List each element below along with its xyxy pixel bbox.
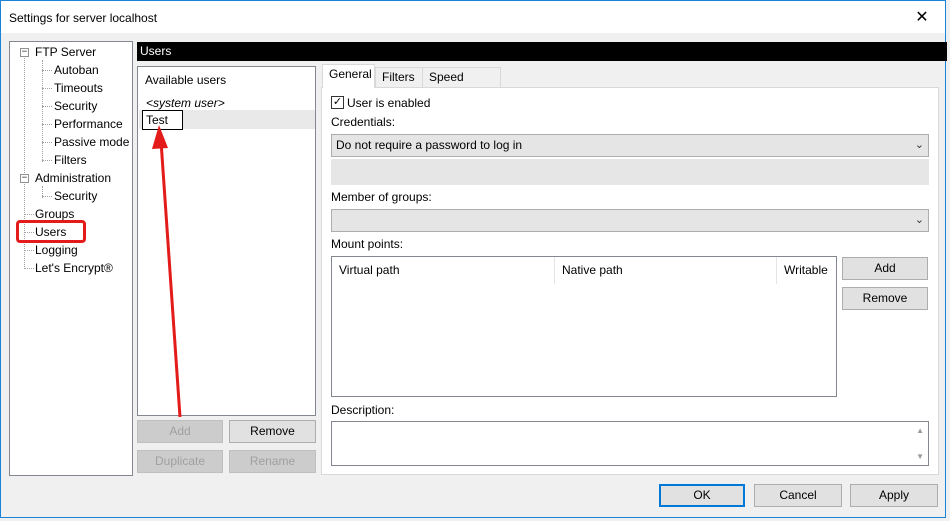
credentials-dropdown[interactable]: Do not require a password to log in ⌄ — [331, 134, 929, 157]
ok-button[interactable]: OK — [659, 484, 745, 507]
tree-item-admin-security[interactable]: Security — [54, 187, 97, 205]
tree-item-ftp-server[interactable]: FTP Server — [35, 43, 96, 61]
groups-label: Member of groups: — [331, 190, 432, 204]
section-title: Users — [137, 42, 947, 61]
apply-button[interactable]: Apply — [850, 484, 938, 507]
add-user-button[interactable]: Add — [137, 420, 223, 443]
duplicate-user-button[interactable]: Duplicate — [137, 450, 223, 473]
user-list[interactable]: Available users <system user> Test — [137, 66, 316, 416]
credentials-value: Do not require a password to log in — [336, 138, 523, 152]
window-title: Settings for server localhost — [9, 11, 158, 25]
chevron-down-icon: ⌄ — [914, 214, 924, 226]
tree-line — [42, 196, 52, 197]
tree-line — [42, 160, 52, 161]
mount-points-label: Mount points: — [331, 237, 404, 251]
mount-add-button[interactable]: Add — [842, 257, 928, 280]
credentials-label: Credentials: — [331, 115, 396, 129]
tree-line — [24, 250, 34, 251]
tree-line — [24, 268, 34, 269]
close-button[interactable]: ✕ — [899, 1, 945, 33]
title-bar[interactable]: Settings for server localhost ✕ — [1, 1, 945, 33]
password-area — [331, 159, 929, 185]
rename-input[interactable]: Test — [142, 110, 183, 130]
collapse-icon[interactable]: − — [20, 174, 29, 183]
description-field[interactable]: ▲ ▼ — [331, 421, 929, 466]
tree-item-filters[interactable]: Filters — [54, 151, 87, 169]
tab-speed-limits[interactable]: Speed Limits — [422, 67, 501, 103]
description-label: Description: — [331, 403, 395, 417]
cancel-button[interactable]: Cancel — [754, 484, 842, 507]
users-highlight-annotation — [16, 220, 86, 243]
tree-line — [42, 124, 52, 125]
tree-item-administration[interactable]: Administration — [35, 169, 111, 187]
groups-dropdown[interactable]: ⌄ — [331, 209, 929, 232]
tree-item-lets-encrypt[interactable]: Let's Encrypt® — [35, 259, 113, 277]
tree-item-autoban[interactable]: Autoban — [54, 61, 99, 79]
tab-general[interactable]: General — [322, 64, 375, 88]
scroll-up-icon[interactable]: ▲ — [916, 426, 924, 435]
column-native-path[interactable]: Native path — [555, 257, 777, 284]
tab-filters[interactable]: Filters — [375, 67, 423, 88]
tree-line — [42, 88, 52, 89]
user-list-header: Available users — [145, 73, 227, 87]
tree-item-timeouts[interactable]: Timeouts — [54, 79, 103, 97]
tree-line — [42, 106, 52, 107]
tree-item-logging[interactable]: Logging — [35, 241, 78, 259]
chevron-down-icon: ⌄ — [914, 139, 924, 151]
user-enabled-label: User is enabled — [347, 96, 431, 110]
mount-points-list[interactable]: Virtual path Native path Writable — [331, 256, 837, 397]
tree-line — [42, 70, 52, 71]
tree-item-passive-mode[interactable]: Passive mode — [54, 133, 129, 151]
tree-line — [24, 214, 34, 215]
rename-user-button[interactable]: Rename — [229, 450, 316, 473]
column-virtual-path[interactable]: Virtual path — [332, 257, 555, 284]
close-icon: ✕ — [915, 9, 929, 26]
settings-tree: − FTP Server Autoban Timeouts Security P… — [9, 41, 133, 476]
collapse-icon[interactable]: − — [20, 48, 29, 57]
column-writable[interactable]: Writable — [777, 257, 835, 284]
list-item-system-user[interactable]: <system user> — [146, 96, 225, 110]
checkmark-icon: ✓ — [332, 96, 343, 108]
tree-item-performance[interactable]: Performance — [54, 115, 123, 133]
tree-item-security[interactable]: Security — [54, 97, 97, 115]
user-enabled-checkbox[interactable]: ✓ — [331, 96, 344, 109]
settings-window: Settings for server localhost ✕ − FTP Se… — [0, 0, 947, 518]
mount-remove-button[interactable]: Remove — [842, 287, 928, 310]
tree-line — [42, 142, 52, 143]
scroll-down-icon[interactable]: ▼ — [916, 452, 924, 461]
remove-user-button[interactable]: Remove — [229, 420, 316, 443]
tree-line — [42, 60, 43, 162]
